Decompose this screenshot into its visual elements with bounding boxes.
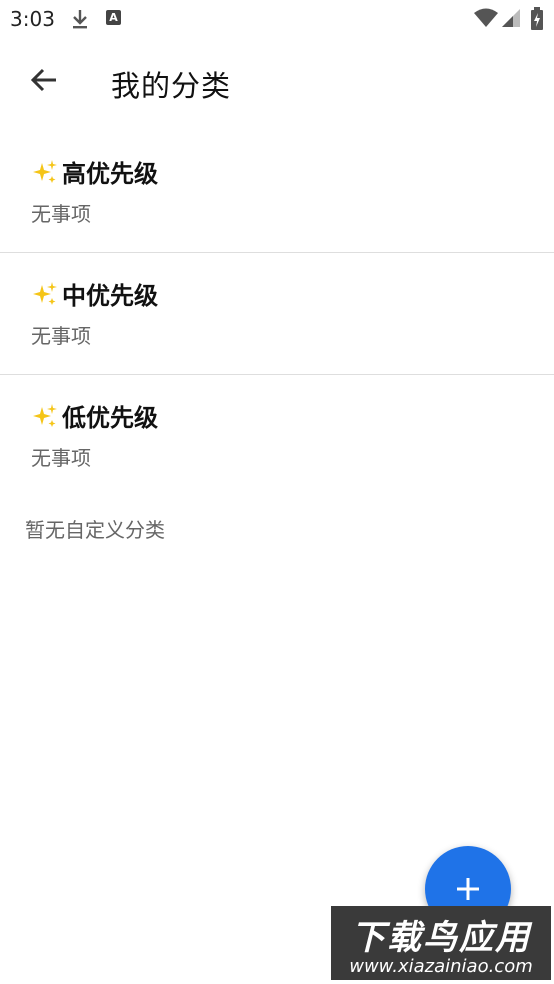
sparkles-icon (33, 159, 57, 183)
a-icon: A (106, 10, 121, 25)
category-item-high[interactable]: 高优先级 无事项 (0, 130, 554, 253)
arrow-left-icon (30, 68, 56, 92)
status-bar: 3:03 A (0, 0, 554, 38)
battery-icon (531, 7, 543, 30)
wifi-icon (474, 8, 498, 27)
page-title: 我的分类 (111, 69, 232, 103)
category-subtitle: 无事项 (31, 446, 91, 470)
signal-icon (502, 9, 520, 27)
category-title: 低优先级 (62, 404, 158, 432)
category-title-row: 高优先级 (32, 154, 158, 189)
category-title: 中优先级 (62, 282, 158, 310)
category-title-row: 中优先级 (32, 276, 158, 311)
sparkles-icon (33, 281, 57, 305)
plus-icon (457, 878, 479, 900)
empty-custom-categories: 暂无自定义分类 (25, 518, 165, 542)
status-time: 3:03 (10, 7, 55, 31)
watermark-url: www.xiazainiao.com (349, 956, 533, 977)
category-item-medium[interactable]: 中优先级 无事项 (0, 252, 554, 375)
category-title-row: 低优先级 (32, 398, 158, 433)
sparkles-icon (33, 403, 57, 427)
category-title: 高优先级 (62, 160, 158, 188)
category-subtitle: 无事项 (31, 324, 91, 348)
download-icon (73, 10, 87, 29)
watermark: 下载鸟应用 www.xiazainiao.com (331, 906, 551, 980)
watermark-title: 下载鸟应用 (351, 918, 531, 958)
category-subtitle: 无事项 (31, 202, 91, 226)
category-item-low[interactable]: 低优先级 无事项 (0, 374, 554, 496)
back-button[interactable] (24, 60, 64, 100)
toolbar: 我的分类 (0, 50, 554, 114)
